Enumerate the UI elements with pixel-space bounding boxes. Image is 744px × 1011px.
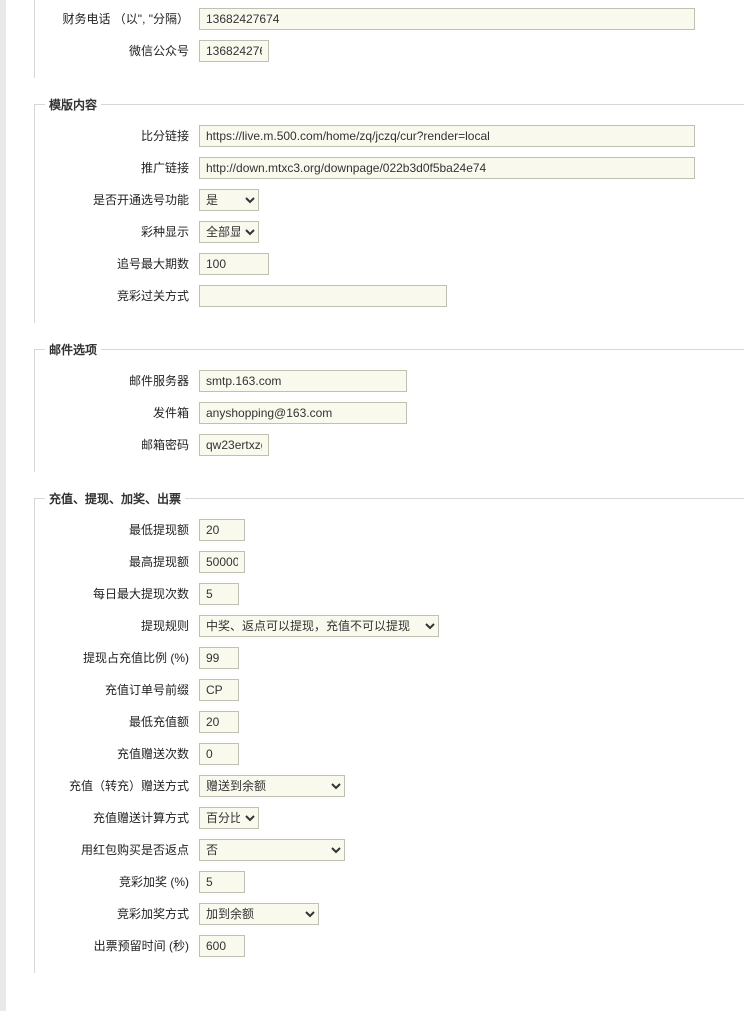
row-lottery-display: 彩种显示 全部显示 bbox=[35, 219, 744, 245]
label-jc-bonus: 竞彩加奖 (%) bbox=[35, 872, 199, 892]
input-min-recharge[interactable] bbox=[199, 711, 239, 733]
legend-template: 模版内容 bbox=[45, 96, 101, 113]
section-basic-cont: 财务电话 （以", "分隔） 微信公众号 bbox=[34, 0, 744, 78]
row-recharge-gift-calc: 充值赠送计算方式 百分比 bbox=[35, 805, 744, 831]
select-redpacket-rebate[interactable]: 否 bbox=[199, 839, 345, 861]
label-redpacket-rebate: 用红包购买是否返点 bbox=[35, 840, 199, 860]
label-max-withdraw: 最高提现额 bbox=[35, 552, 199, 572]
label-recharge-gift-mode: 充值（转充）赠送方式 bbox=[35, 776, 199, 796]
select-lottery-display[interactable]: 全部显示 bbox=[199, 221, 259, 243]
row-jc-bonus-mode: 竞彩加奖方式 加到余额 bbox=[35, 901, 744, 927]
row-enable-select: 是否开通选号功能 是 bbox=[35, 187, 744, 213]
input-min-withdraw[interactable] bbox=[199, 519, 245, 541]
input-wechat[interactable] bbox=[199, 40, 269, 62]
label-ticket-reserve: 出票预留时间 (秒) bbox=[35, 936, 199, 956]
input-ticket-reserve[interactable] bbox=[199, 935, 245, 957]
label-order-prefix: 充值订单号前缀 bbox=[35, 680, 199, 700]
section-cash: 充值、提现、加奖、出票 最低提现额 最高提现额 每日最大提现次数 提现规则 中奖… bbox=[34, 490, 744, 973]
row-max-chase: 追号最大期数 bbox=[35, 251, 744, 277]
label-recharge-gift-calc: 充值赠送计算方式 bbox=[35, 808, 199, 828]
row-order-prefix: 充值订单号前缀 bbox=[35, 677, 744, 703]
label-score-link: 比分链接 bbox=[35, 126, 199, 146]
input-smtp[interactable] bbox=[199, 370, 407, 392]
label-max-chase: 追号最大期数 bbox=[35, 254, 199, 274]
label-min-withdraw: 最低提现额 bbox=[35, 520, 199, 540]
row-wechat: 微信公众号 bbox=[35, 38, 744, 64]
label-sender: 发件箱 bbox=[35, 403, 199, 423]
row-recharge-gift-mode: 充值（转充）赠送方式 赠送到余额 bbox=[35, 773, 744, 799]
label-wechat: 微信公众号 bbox=[35, 41, 199, 61]
row-jc-pass: 竞彩过关方式 bbox=[35, 283, 744, 309]
label-mail-pwd: 邮箱密码 bbox=[35, 435, 199, 455]
input-max-chase[interactable] bbox=[199, 253, 269, 275]
row-sender: 发件箱 bbox=[35, 400, 744, 426]
row-withdraw-ratio: 提现占充值比例 (%) bbox=[35, 645, 744, 671]
input-sender[interactable] bbox=[199, 402, 407, 424]
input-promo-link[interactable] bbox=[199, 157, 695, 179]
row-withdraw-rule: 提现规则 中奖、返点可以提现，充值不可以提现 bbox=[35, 613, 744, 639]
label-promo-link: 推广链接 bbox=[35, 158, 199, 178]
select-recharge-gift-mode[interactable]: 赠送到余额 bbox=[199, 775, 345, 797]
input-jc-pass[interactable] bbox=[199, 285, 447, 307]
input-mail-pwd[interactable] bbox=[199, 434, 269, 456]
label-recharge-gift-count: 充值赠送次数 bbox=[35, 744, 199, 764]
label-finance-phone: 财务电话 （以", "分隔） bbox=[35, 9, 199, 29]
input-recharge-gift-count[interactable] bbox=[199, 743, 239, 765]
row-promo-link: 推广链接 bbox=[35, 155, 744, 181]
row-ticket-reserve: 出票预留时间 (秒) bbox=[35, 933, 744, 959]
select-recharge-gift-calc[interactable]: 百分比 bbox=[199, 807, 259, 829]
row-daily-max: 每日最大提现次数 bbox=[35, 581, 744, 607]
section-mail: 邮件选项 邮件服务器 发件箱 邮箱密码 bbox=[34, 341, 744, 472]
input-withdraw-ratio[interactable] bbox=[199, 647, 239, 669]
input-daily-max[interactable] bbox=[199, 583, 239, 605]
row-smtp: 邮件服务器 bbox=[35, 368, 744, 394]
row-min-withdraw: 最低提现额 bbox=[35, 517, 744, 543]
input-score-link[interactable] bbox=[199, 125, 695, 147]
label-jc-bonus-mode: 竞彩加奖方式 bbox=[35, 904, 199, 924]
legend-mail: 邮件选项 bbox=[45, 341, 101, 358]
label-withdraw-ratio: 提现占充值比例 (%) bbox=[35, 648, 199, 668]
input-order-prefix[interactable] bbox=[199, 679, 239, 701]
input-finance-phone[interactable] bbox=[199, 8, 695, 30]
row-redpacket-rebate: 用红包购买是否返点 否 bbox=[35, 837, 744, 863]
label-daily-max: 每日最大提现次数 bbox=[35, 584, 199, 604]
row-min-recharge: 最低充值额 bbox=[35, 709, 744, 735]
label-jc-pass: 竞彩过关方式 bbox=[35, 286, 199, 306]
row-finance-phone: 财务电话 （以", "分隔） bbox=[35, 6, 744, 32]
legend-cash: 充值、提现、加奖、出票 bbox=[45, 490, 185, 507]
section-template: 模版内容 比分链接 推广链接 是否开通选号功能 是 彩种显示 bbox=[34, 96, 744, 323]
row-jc-bonus: 竞彩加奖 (%) bbox=[35, 869, 744, 895]
label-smtp: 邮件服务器 bbox=[35, 371, 199, 391]
row-score-link: 比分链接 bbox=[35, 123, 744, 149]
label-min-recharge: 最低充值额 bbox=[35, 712, 199, 732]
row-mail-pwd: 邮箱密码 bbox=[35, 432, 744, 458]
row-max-withdraw: 最高提现额 bbox=[35, 549, 744, 575]
label-withdraw-rule: 提现规则 bbox=[35, 616, 199, 636]
select-jc-bonus-mode[interactable]: 加到余额 bbox=[199, 903, 319, 925]
label-lottery-display: 彩种显示 bbox=[35, 222, 199, 242]
input-jc-bonus[interactable] bbox=[199, 871, 245, 893]
label-enable-select: 是否开通选号功能 bbox=[35, 190, 199, 210]
input-max-withdraw[interactable] bbox=[199, 551, 245, 573]
select-enable-select[interactable]: 是 bbox=[199, 189, 259, 211]
row-recharge-gift-count: 充值赠送次数 bbox=[35, 741, 744, 767]
select-withdraw-rule[interactable]: 中奖、返点可以提现，充值不可以提现 bbox=[199, 615, 439, 637]
